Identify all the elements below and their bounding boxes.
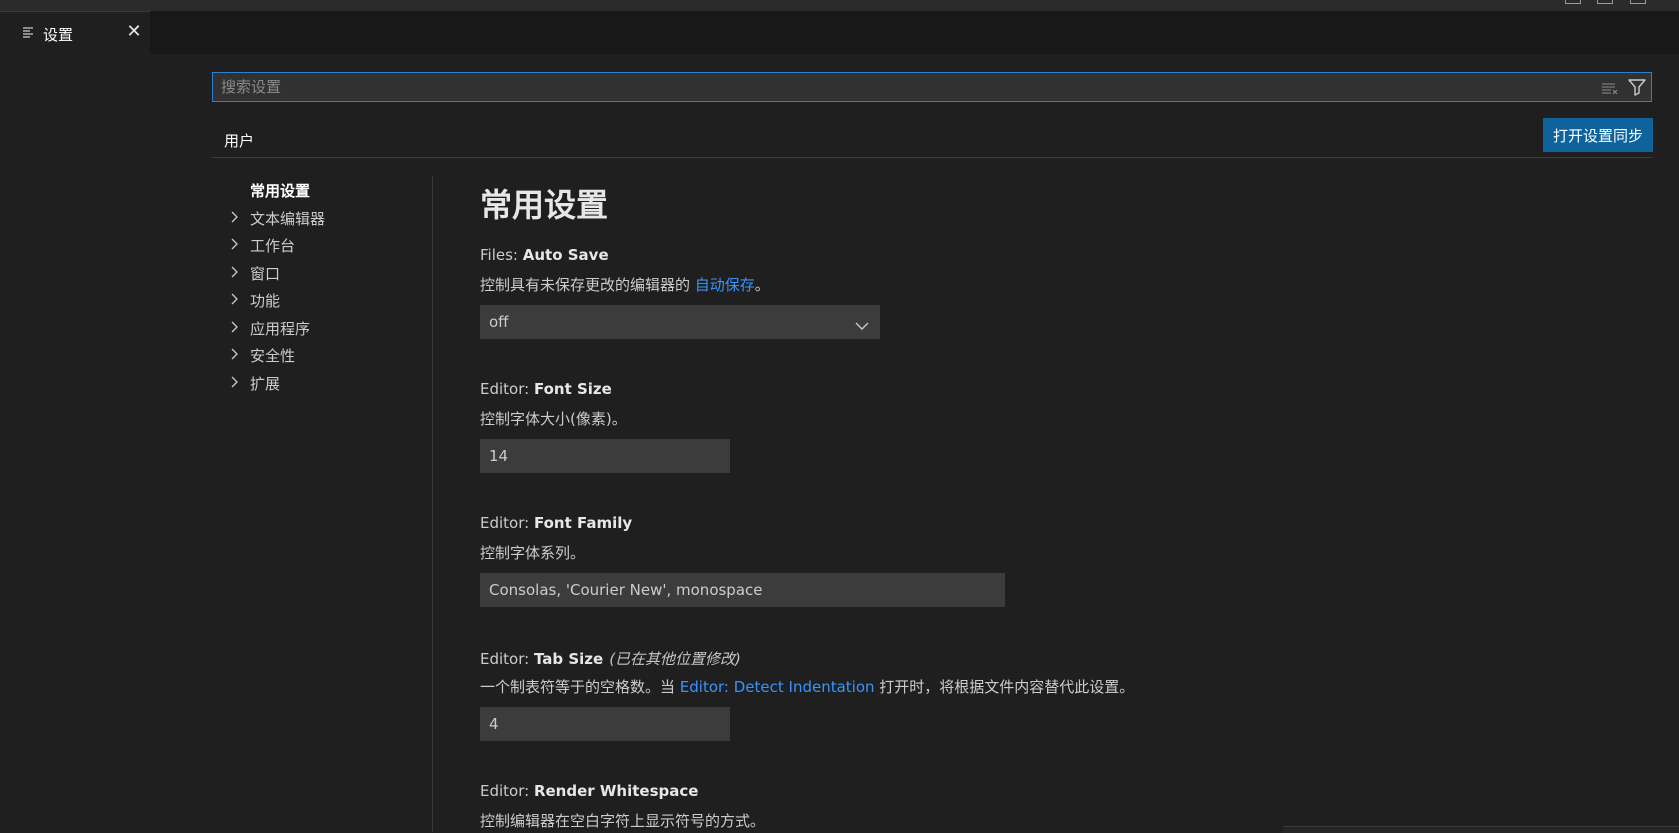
- scope-divider: [212, 157, 1652, 158]
- setting-name: Render Whitespace: [533, 782, 699, 800]
- setting-desc-font-family: 控制字体系列。: [480, 544, 586, 562]
- close-icon[interactable]: ✕: [124, 22, 144, 42]
- setting-category: Editor:: [480, 380, 534, 398]
- setting-desc-font-size: 控制字体大小(像素)。: [480, 410, 627, 428]
- tab-size-input[interactable]: [480, 707, 730, 741]
- tab-title: 设置: [43, 26, 74, 44]
- chevron-down-icon: [855, 317, 869, 330]
- setting-category: Editor:: [480, 514, 534, 532]
- toc-item-application[interactable]: 应用程序: [212, 316, 432, 344]
- toc-item-label: 常用设置: [250, 182, 311, 200]
- detect-indentation-link[interactable]: Editor: Detect Indentation: [680, 678, 875, 696]
- settings-toc: 常用设置 文本编辑器 工作台 窗口 功能 应用程序 安全性 扩展: [212, 178, 432, 398]
- chevron-right-icon: [229, 320, 241, 334]
- desc-text: 控制具有未保存更改的编辑器的: [480, 276, 695, 294]
- setting-desc-auto-save: 控制具有未保存更改的编辑器的 自动保存。: [480, 274, 770, 295]
- font-size-input[interactable]: [480, 439, 730, 473]
- toc-divider: [432, 176, 433, 832]
- clear-filter-icon[interactable]: [1601, 80, 1619, 95]
- setting-title-render-whitespace: Editor: Render Whitespace: [480, 782, 698, 800]
- toc-item-extensions[interactable]: 扩展: [212, 371, 432, 399]
- toc-item-window[interactable]: 窗口: [212, 261, 432, 289]
- setting-name: Tab Size: [533, 650, 604, 668]
- chevron-right-icon: [229, 375, 241, 389]
- toc-item-label: 扩展: [250, 374, 281, 393]
- toc-item-label: 安全性: [250, 347, 296, 365]
- section-title: 常用设置: [480, 186, 609, 224]
- setting-name: Font Family: [533, 514, 633, 532]
- desc-text-end: 。: [754, 276, 770, 294]
- auto-save-select[interactable]: off: [480, 305, 880, 339]
- toc-item-features[interactable]: 功能: [212, 288, 432, 316]
- restore-icon[interactable]: [1597, 0, 1613, 4]
- select-value: off: [489, 313, 509, 331]
- modified-elsewhere-label[interactable]: (已在其他位置修改): [609, 650, 741, 668]
- toc-item-label: 窗口: [250, 264, 281, 283]
- setting-desc-tab-size: 一个制表符等于的空格数。当 Editor: Detect Indentation…: [480, 676, 1134, 697]
- chevron-right-icon: [229, 210, 241, 224]
- toc-item-text-editor[interactable]: 文本编辑器: [212, 206, 432, 234]
- chevron-right-icon: [229, 292, 241, 306]
- setting-category: Editor:: [480, 782, 534, 800]
- chevron-right-icon: [229, 237, 241, 251]
- setting-name: Font Size: [533, 380, 612, 398]
- toc-item-label: 应用程序: [250, 319, 311, 338]
- setting-name: Auto Save: [522, 246, 609, 264]
- setting-title-font-family: Editor: Font Family: [480, 514, 632, 532]
- toc-item-label: 工作台: [250, 237, 296, 255]
- editor-tab-bar: 设置 ✕: [0, 11, 1679, 54]
- toc-item-workbench[interactable]: 工作台: [212, 233, 432, 261]
- title-bar: [0, 0, 1679, 11]
- settings-list-icon: [22, 26, 36, 40]
- open-settings-sync-button[interactable]: 打开设置同步: [1543, 118, 1653, 152]
- minimize-icon[interactable]: [1565, 0, 1581, 4]
- font-family-input[interactable]: [480, 573, 1005, 607]
- toc-item-common[interactable]: 常用设置: [212, 178, 432, 206]
- setting-desc-render-whitespace: 控制编辑器在空白字符上显示符号的方式。: [480, 812, 766, 830]
- chevron-right-icon: [229, 347, 241, 361]
- setting-title-font-size: Editor: Font Size: [480, 380, 612, 398]
- setting-title-auto-save: Files: Auto Save: [480, 246, 609, 264]
- close-window-icon[interactable]: [1630, 0, 1646, 4]
- toc-item-label: 文本编辑器: [250, 209, 326, 228]
- setting-category: Files:: [480, 246, 523, 264]
- toc-item-label: 功能: [250, 292, 281, 310]
- filter-icon[interactable]: [1627, 78, 1647, 96]
- setting-title-tab-size: Editor: Tab Size (已在其他位置修改): [480, 648, 741, 669]
- desc-text-end: 打开时，将根据文件内容替代此设置。: [874, 678, 1135, 696]
- search-settings-box: [212, 72, 1652, 102]
- toc-item-security[interactable]: 安全性: [212, 343, 432, 371]
- search-input[interactable]: [221, 73, 1601, 101]
- tab-settings[interactable]: 设置 ✕: [0, 11, 150, 54]
- chevron-right-icon: [229, 265, 241, 279]
- tab-user-scope[interactable]: 用户: [212, 128, 266, 158]
- auto-save-link[interactable]: 自动保存: [695, 276, 755, 294]
- setting-category: Editor:: [480, 650, 534, 668]
- desc-text: 一个制表符等于的空格数。当: [480, 678, 680, 696]
